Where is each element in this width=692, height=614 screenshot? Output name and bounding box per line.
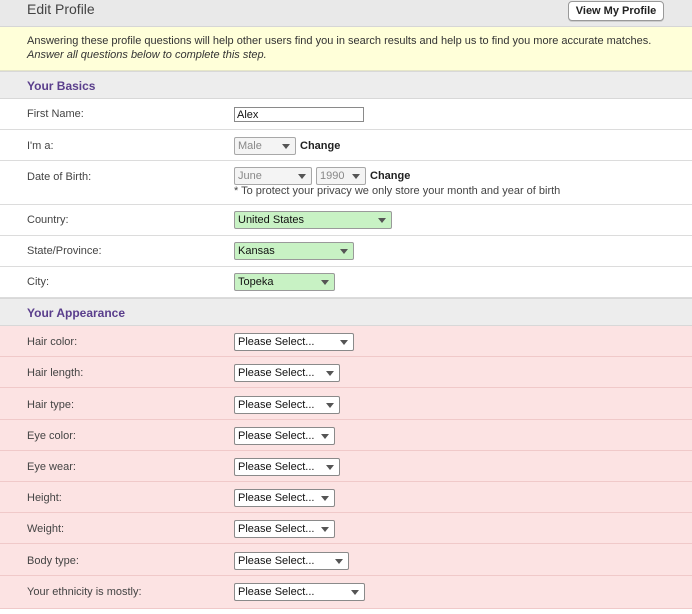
- dob-privacy-note: * To protect your privacy we only store …: [234, 185, 561, 197]
- eye-color-select[interactable]: Please Select...: [234, 427, 335, 445]
- chevron-down-icon: [321, 280, 329, 285]
- row-hair-type: Hair type: Please Select...: [0, 388, 692, 420]
- hair-color-select[interactable]: Please Select...: [234, 333, 354, 351]
- section-appearance-heading: Your Appearance: [0, 298, 692, 326]
- chevron-down-icon: [352, 174, 360, 179]
- chevron-down-icon: [351, 590, 359, 595]
- view-my-profile-button[interactable]: View My Profile: [568, 1, 664, 21]
- eye-wear-label: Eye wear:: [27, 461, 76, 473]
- intro-text: Answering these profile questions will h…: [27, 35, 652, 47]
- first-name-input[interactable]: [234, 107, 364, 122]
- row-height: Height: Please Select...: [0, 482, 692, 513]
- country-select[interactable]: United States: [234, 211, 392, 229]
- chevron-down-icon: [321, 527, 329, 532]
- city-label: City:: [27, 276, 49, 288]
- chevron-down-icon: [282, 144, 290, 149]
- row-date-of-birth: Date of Birth: June 1990 Change * To pro…: [0, 161, 692, 205]
- eye-color-value: Please Select...: [238, 430, 315, 442]
- country-label: Country:: [27, 214, 69, 226]
- eye-wear-select[interactable]: Please Select...: [234, 458, 340, 476]
- page-title: Edit Profile: [27, 1, 95, 17]
- hair-type-value: Please Select...: [238, 399, 315, 411]
- hair-color-label: Hair color:: [27, 336, 78, 348]
- hair-type-label: Hair type:: [27, 399, 75, 411]
- hair-length-label: Hair length:: [27, 367, 84, 379]
- hair-length-select[interactable]: Please Select...: [234, 364, 340, 382]
- row-state: State/Province: Kansas: [0, 236, 692, 267]
- eye-wear-value: Please Select...: [238, 461, 315, 473]
- intro-notice: Answering these profile questions will h…: [0, 27, 692, 71]
- chevron-down-icon: [321, 496, 329, 501]
- country-value: United States: [238, 214, 305, 226]
- city-select[interactable]: Topeka: [234, 273, 335, 291]
- hair-color-value: Please Select...: [238, 336, 315, 348]
- ethnicity-value: Please Select...: [238, 586, 315, 598]
- dob-year-select[interactable]: 1990: [316, 167, 366, 185]
- page-header: Edit Profile View My Profile: [0, 0, 692, 27]
- row-first-name: First Name:: [0, 99, 692, 130]
- gender-value: Male: [238, 140, 262, 152]
- dob-change-link[interactable]: Change: [370, 170, 410, 182]
- dob-month-value: June: [238, 170, 262, 182]
- state-select[interactable]: Kansas: [234, 242, 354, 260]
- chevron-down-icon: [340, 340, 348, 345]
- chevron-down-icon: [340, 249, 348, 254]
- gender-change-link[interactable]: Change: [300, 140, 340, 152]
- gender-label: I'm a:: [27, 140, 54, 152]
- hair-length-value: Please Select...: [238, 367, 315, 379]
- weight-label: Weight:: [27, 523, 65, 535]
- row-eye-color: Eye color: Please Select...: [0, 420, 692, 451]
- city-value: Topeka: [238, 276, 274, 288]
- dob-year-value: 1990: [320, 170, 345, 182]
- height-select[interactable]: Please Select...: [234, 489, 335, 507]
- height-value: Please Select...: [238, 492, 315, 504]
- section-appearance-title: Your Appearance: [27, 306, 126, 320]
- edit-profile-page: Edit Profile View My Profile Answering t…: [0, 0, 692, 614]
- section-basics-heading: Your Basics: [0, 71, 692, 99]
- section-basics-title: Your Basics: [27, 79, 96, 93]
- chevron-down-icon: [326, 403, 334, 408]
- body-type-value: Please Select...: [238, 555, 315, 567]
- chevron-down-icon: [326, 371, 334, 376]
- state-label: State/Province:: [27, 245, 102, 257]
- body-type-select[interactable]: Please Select...: [234, 552, 349, 570]
- row-hair-length: Hair length: Please Select...: [0, 357, 692, 388]
- height-label: Height:: [27, 492, 62, 504]
- hair-type-select[interactable]: Please Select...: [234, 396, 340, 414]
- first-name-label: First Name:: [27, 108, 84, 120]
- weight-select[interactable]: Please Select...: [234, 520, 335, 538]
- state-value: Kansas: [238, 245, 275, 257]
- chevron-down-icon: [321, 434, 329, 439]
- chevron-down-icon: [326, 465, 334, 470]
- row-body-type: Body type: Please Select...: [0, 544, 692, 576]
- row-city: City: Topeka: [0, 267, 692, 298]
- chevron-down-icon: [378, 218, 386, 223]
- weight-value: Please Select...: [238, 523, 315, 535]
- eye-color-label: Eye color:: [27, 430, 76, 442]
- row-eye-wear: Eye wear: Please Select...: [0, 451, 692, 482]
- intro-instruction: Answer all questions below to complete t…: [27, 49, 267, 61]
- dob-month-select[interactable]: June: [234, 167, 312, 185]
- row-hair-color: Hair color: Please Select...: [0, 326, 692, 357]
- ethnicity-select[interactable]: Please Select...: [234, 583, 365, 601]
- row-country: Country: United States: [0, 205, 692, 236]
- gender-select[interactable]: Male: [234, 137, 296, 155]
- row-gender: I'm a: Male Change: [0, 130, 692, 161]
- ethnicity-label: Your ethnicity is mostly:: [27, 586, 142, 598]
- row-ethnicity: Your ethnicity is mostly: Please Select.…: [0, 576, 692, 609]
- body-type-label: Body type:: [27, 555, 79, 567]
- row-weight: Weight: Please Select...: [0, 513, 692, 544]
- chevron-down-icon: [298, 174, 306, 179]
- chevron-down-icon: [335, 559, 343, 564]
- dob-label: Date of Birth:: [27, 171, 92, 183]
